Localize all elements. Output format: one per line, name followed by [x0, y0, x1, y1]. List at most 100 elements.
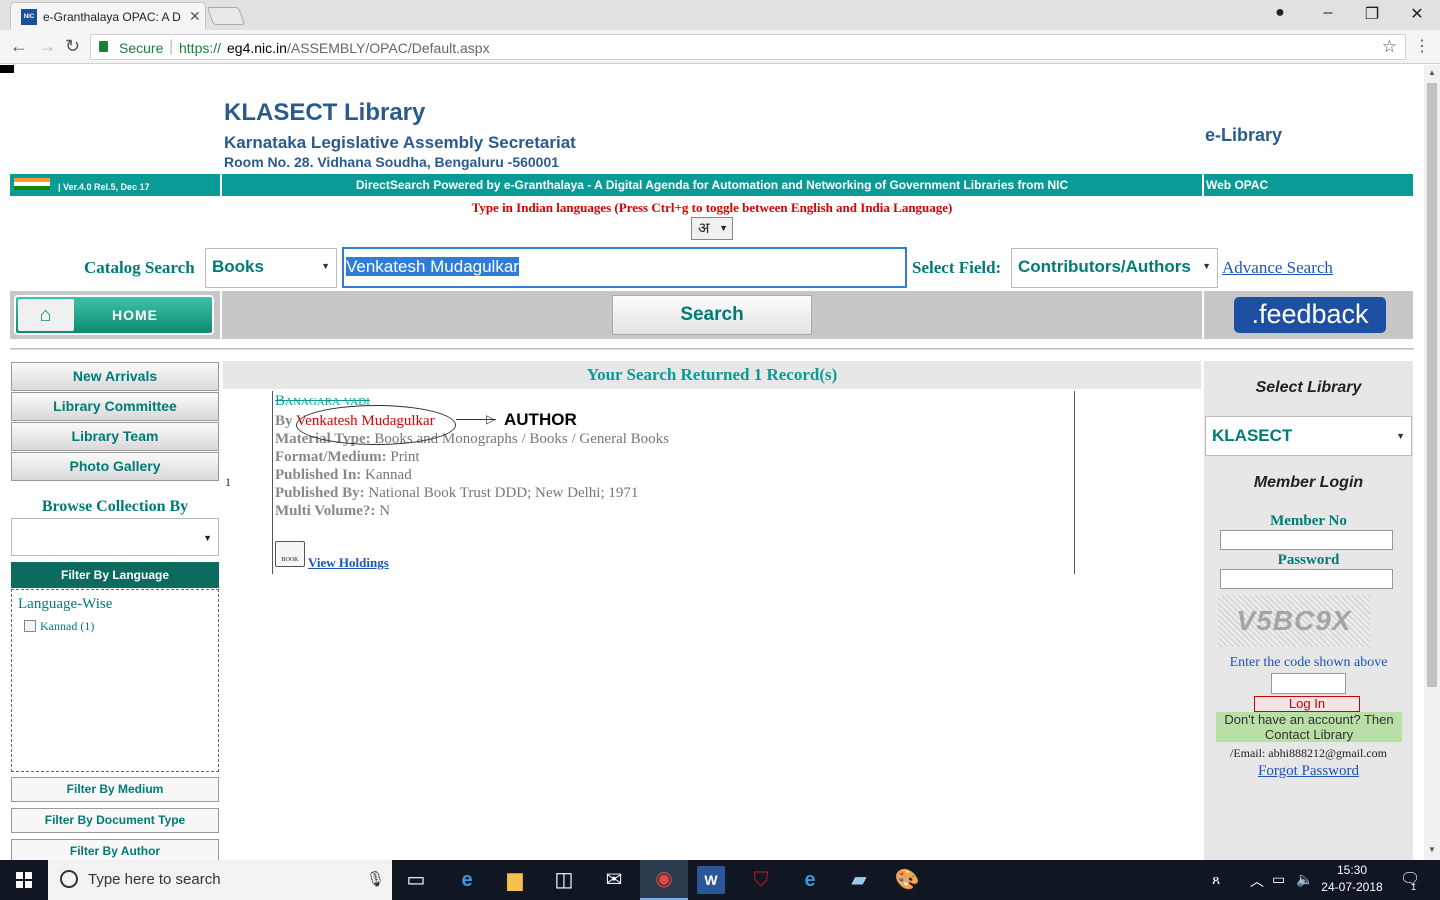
member-login-label: Member Login	[1253, 474, 1364, 491]
bookmark-star-icon[interactable]: ☆	[1382, 37, 1397, 57]
tab-close-icon[interactable]: ✕	[189, 8, 201, 25]
scroll-thumb[interactable]	[1427, 83, 1437, 687]
page-viewport: KLASECT Library Karnataka Legislative As…	[0, 65, 1424, 860]
word-icon[interactable]: W	[697, 866, 725, 894]
contact-email: /Email: abhi888212@gmail.com	[1229, 746, 1388, 760]
filter-language-header[interactable]: Filter By Language	[11, 562, 219, 588]
windows-logo-icon	[16, 872, 32, 888]
language-hint: Type in Indian languages (Press Ctrl+g t…	[471, 200, 953, 215]
enter-code-label: Enter the code shown above	[1229, 655, 1388, 670]
lock-icon	[99, 41, 108, 52]
search-cell: Search	[222, 291, 1202, 339]
view-holdings-link[interactable]: View Holdings	[308, 555, 389, 571]
maximize-icon[interactable]: ❐	[1362, 4, 1382, 24]
book-icon: BOOK	[275, 541, 305, 567]
filter-by-document-type[interactable]: Filter By Document Type	[11, 808, 219, 833]
library-address: Room No. 28. Vidhana Soudha, Bengaluru -…	[224, 154, 560, 170]
mail-icon[interactable]: ✉	[600, 866, 628, 894]
field-label: Published By:	[275, 485, 365, 501]
search-input[interactable]: Venkatesh Mudagulkar	[342, 247, 907, 288]
field-value: Print	[390, 449, 420, 465]
home-label: HOME	[112, 307, 158, 323]
search-button[interactable]: Search	[612, 295, 812, 335]
field-select[interactable]: Contributors/Authors ▼	[1011, 248, 1218, 288]
page-scrollbar[interactable]: ▲ ▼	[1424, 65, 1440, 860]
reload-icon[interactable]: ↻	[65, 36, 80, 57]
volume-icon[interactable]: 🔈	[1296, 871, 1313, 888]
password-input[interactable]	[1220, 569, 1393, 589]
home-icon: ⌂	[18, 299, 74, 331]
browser-tab[interactable]: NIC e-Granthalaya OPAC: A D ✕	[10, 2, 206, 30]
edge-icon[interactable]: e	[453, 866, 481, 894]
start-button[interactable]	[0, 860, 48, 900]
language-toggle[interactable]: अ ▼	[691, 217, 733, 240]
feedback-cell: .feedback	[1204, 291, 1413, 339]
filter-by-medium[interactable]: Filter By Medium	[11, 777, 219, 802]
clock-date[interactable]: 24-07-2018	[1318, 880, 1386, 894]
tray-chevron-icon[interactable]: ︿	[1250, 871, 1264, 891]
close-window-icon[interactable]: ✕	[1407, 4, 1427, 24]
annotation-circle	[296, 405, 456, 445]
record-field: Format/Medium: Print	[275, 449, 420, 466]
browser-toolbar: ← → ↻ Secure | https:// eg4.nic.in /ASSE…	[0, 30, 1440, 64]
captcha-input[interactable]	[1271, 673, 1346, 694]
windows-taskbar: Type here to search 🎙 ▭ e ▆ ◫ ✉ ◉ W ⛉ e …	[0, 860, 1440, 900]
new-tab-button[interactable]	[206, 7, 246, 25]
file-explorer-icon[interactable]: ▆	[501, 866, 529, 894]
elibrary-label: e-Library	[1205, 125, 1283, 145]
network-icon[interactable]: ▭	[1272, 871, 1285, 888]
record-field: Published In: Kannad	[275, 467, 412, 484]
library-select[interactable]: KLASECT ▼	[1205, 416, 1412, 456]
profile-icon[interactable]: ●	[1270, 4, 1290, 22]
mcafee-icon[interactable]: ⛉	[747, 866, 775, 894]
chrome-menu-icon[interactable]: ⋮	[1414, 36, 1430, 56]
chevron-down-icon: ▼	[719, 223, 728, 233]
catalog-select-value: Books	[212, 257, 264, 276]
browse-collection-label: Browse Collection By	[41, 498, 189, 515]
url-path: /ASSEMBLY/OPAC/Default.aspx	[287, 40, 490, 56]
menu-library-team[interactable]: Library Team	[11, 422, 219, 451]
paint-icon[interactable]: 🎨	[893, 866, 921, 894]
microphone-icon[interactable]: 🎙	[366, 870, 385, 888]
field-value: National Book Trust DDD; New Delhi; 1971	[368, 485, 639, 501]
language-option-kannad[interactable]: Kannad (1)	[24, 619, 212, 634]
people-icon[interactable]: ጸ	[1212, 871, 1220, 888]
taskbar-search-box[interactable]: Type here to search 🎙	[48, 860, 392, 900]
feedback-button[interactable]: .feedback	[1234, 297, 1386, 333]
field-value: N	[379, 503, 391, 519]
author-annotation: AUTHOR	[504, 410, 577, 429]
store-icon[interactable]: ◫	[550, 866, 578, 894]
chrome-taskbar-active[interactable]: ◉	[640, 860, 688, 900]
nic-favicon-icon: NIC	[21, 9, 37, 25]
by-label: By	[275, 413, 293, 429]
advance-search-link[interactable]: Advance Search	[1222, 258, 1333, 278]
catalog-select[interactable]: Books ▼	[205, 248, 337, 288]
forgot-password-link[interactable]: Forgot Password	[1204, 763, 1413, 780]
scroll-down-icon[interactable]: ▼	[1428, 845, 1436, 854]
field-label: Multi Volume?:	[275, 503, 376, 519]
forward-icon[interactable]: →	[38, 36, 56, 57]
menu-photo-gallery[interactable]: Photo Gallery	[11, 452, 219, 481]
menu-library-committee[interactable]: Library Committee	[11, 392, 219, 421]
login-button[interactable]: Log In	[1254, 696, 1360, 712]
chevron-down-icon: ▼	[321, 261, 330, 271]
back-icon[interactable]: ←	[10, 36, 28, 57]
notes-icon[interactable]: ▰	[845, 866, 873, 894]
minimize-icon[interactable]: –	[1318, 4, 1338, 22]
chevron-down-icon: ▼	[1202, 261, 1211, 271]
chevron-down-icon: ▼	[1396, 431, 1405, 441]
powered-by-label: DirectSearch Powered by e-Granthalaya - …	[355, 178, 1069, 192]
menu-new-arrivals[interactable]: New Arrivals	[11, 362, 219, 391]
address-bar[interactable]: Secure | https:// eg4.nic.in /ASSEMBLY/O…	[90, 34, 1406, 60]
internet-explorer-icon[interactable]: e	[796, 866, 824, 894]
scroll-up-icon[interactable]: ▲	[1428, 68, 1436, 77]
kannad-checkbox[interactable]	[24, 620, 36, 632]
member-no-input[interactable]	[1220, 530, 1393, 550]
language-toggle-label: अ	[698, 220, 710, 237]
filter-by-author[interactable]: Filter By Author	[11, 839, 219, 860]
web-opac-label: Web OPAC	[1206, 178, 1269, 192]
clock-time[interactable]: 15:30	[1318, 863, 1386, 877]
home-button[interactable]: ⌂ HOME	[14, 295, 214, 335]
browse-collection-select[interactable]: ▼	[11, 518, 219, 556]
task-view-icon[interactable]: ▭	[402, 866, 430, 894]
